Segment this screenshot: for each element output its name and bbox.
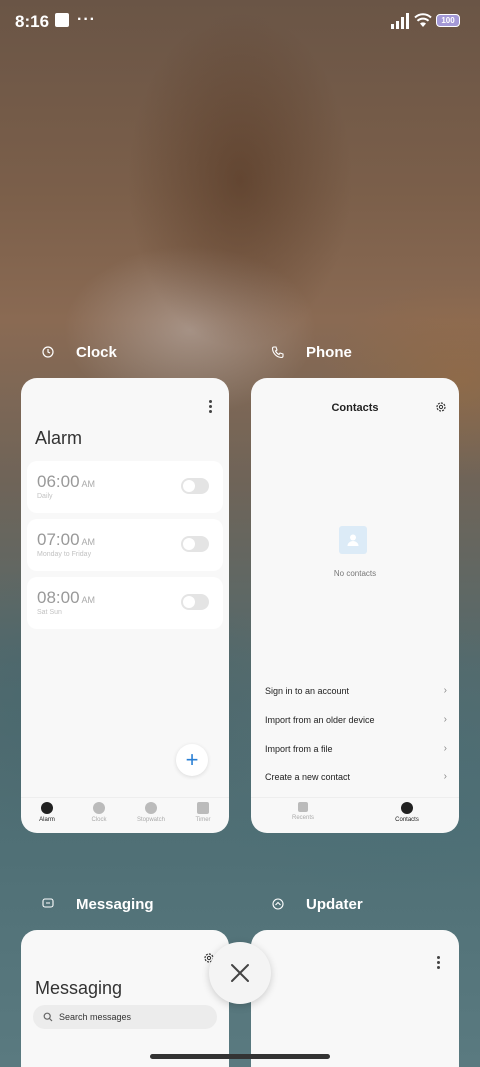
timer-icon (197, 802, 209, 814)
contact-placeholder-icon (339, 526, 367, 554)
messaging-card[interactable]: Messaging Search messages (21, 930, 229, 1067)
wifi-icon (414, 13, 432, 27)
chevron-right-icon: › (443, 685, 447, 696)
status-time: 8:16 (15, 12, 50, 31)
create-contact-item[interactable]: Create a new contact › (265, 771, 447, 782)
home-indicator[interactable] (150, 1054, 330, 1059)
updater-app-header[interactable]: Updater (270, 892, 363, 916)
updater-card[interactable] (251, 930, 459, 1067)
alarm-toggle[interactable] (181, 594, 209, 610)
alarm-toggle[interactable] (181, 536, 209, 552)
tab-contacts[interactable]: Contacts (355, 798, 459, 833)
alarm-item[interactable]: 06:00 AM Daily (27, 461, 223, 513)
phone-app-name: Phone (306, 343, 352, 361)
alarm-ampm: AM (81, 479, 96, 489)
tab-alarm[interactable]: Alarm (21, 798, 73, 833)
tab-clock[interactable]: Clock (73, 798, 125, 833)
notification-icon (55, 13, 69, 27)
alarm-repeat: Daily (37, 493, 53, 500)
tab-label: Clock (91, 817, 107, 823)
search-placeholder: Search messages (59, 1012, 132, 1022)
action-label: Create a new contact (265, 772, 351, 782)
action-label: Import from an older device (265, 715, 375, 725)
updater-app-name: Updater (306, 895, 363, 913)
sign-in-account-item[interactable]: Sign in to an account › (265, 685, 447, 696)
battery-icon: 100 (436, 14, 460, 27)
tab-label: Stopwatch (136, 817, 166, 823)
alarm-time: 07:00 (37, 530, 80, 549)
chevron-right-icon: › (443, 743, 447, 754)
phone-card[interactable]: Contacts No contacts Sign in to an accou… (251, 378, 459, 833)
alarm-ampm: AM (81, 537, 96, 547)
alarm-item[interactable]: 07:00 AM Monday to Friday (27, 519, 223, 571)
person-icon (401, 802, 413, 814)
import-file-item[interactable]: Import from a file › (265, 743, 447, 754)
alarm-repeat: Sat Sun (37, 609, 62, 616)
status-bar: 8:16 ··· 100 (0, 0, 480, 44)
alarm-toggle[interactable] (181, 478, 209, 494)
alarm-item[interactable]: 08:00 AM Sat Sun (27, 577, 223, 629)
clear-all-button[interactable] (209, 942, 271, 1004)
action-label: Import from a file (265, 744, 333, 754)
alarm-icon (41, 802, 53, 814)
clock-app-header[interactable]: Clock (40, 340, 117, 364)
messaging-app-name: Messaging (76, 895, 154, 913)
tab-timer[interactable]: Timer (177, 798, 229, 833)
empty-state-text: No contacts (333, 569, 377, 578)
phone-app-header[interactable]: Phone (270, 340, 352, 364)
more-notifications-icon: ··· (77, 11, 96, 28)
clock-app-name: Clock (76, 343, 117, 361)
tab-stopwatch[interactable]: Stopwatch (125, 798, 177, 833)
signal-icon (391, 13, 409, 29)
alarm-time: 06:00 (37, 472, 80, 491)
settings-icon[interactable] (435, 401, 447, 413)
phone-app-icon (271, 346, 284, 359)
updater-app-icon (272, 898, 284, 910)
add-alarm-button[interactable]: + (176, 744, 208, 776)
alarm-repeat: Monday to Friday (37, 551, 92, 558)
tab-label: Recents (291, 815, 314, 821)
tab-label: Timer (195, 817, 211, 823)
more-menu-icon[interactable] (209, 400, 213, 415)
clock-bottom-nav: Alarm Clock Stopwatch Timer (21, 797, 229, 833)
clock-icon (93, 802, 105, 814)
messaging-app-icon (42, 898, 54, 908)
phone-bottom-nav: Recents Contacts (251, 797, 459, 833)
more-menu-icon[interactable] (437, 956, 441, 971)
alarm-time: 08:00 (37, 588, 80, 607)
alarm-ampm: AM (81, 595, 96, 605)
action-label: Sign in to an account (265, 686, 350, 696)
phone-icon (298, 802, 308, 812)
alarm-title: Alarm (35, 428, 83, 448)
clock-card[interactable]: Alarm 06:00 AM Daily 07:00 AM Monday to Fr… (21, 378, 229, 833)
search-icon (43, 1012, 53, 1022)
search-messages-input[interactable]: Search messages (33, 1005, 217, 1029)
clock-app-icon (42, 346, 54, 358)
tab-recents[interactable]: Recents (251, 798, 355, 833)
chevron-right-icon: › (443, 771, 447, 782)
tab-label: Contacts (395, 817, 419, 823)
tab-label: Alarm (39, 817, 55, 823)
messaging-title: Messaging (35, 978, 123, 998)
close-icon (231, 964, 249, 982)
stopwatch-icon (145, 802, 157, 814)
contacts-title: Contacts (331, 402, 379, 414)
chevron-right-icon: › (443, 714, 447, 725)
battery-level: 100 (441, 16, 455, 25)
import-older-device-item[interactable]: Import from an older device › (265, 714, 447, 725)
messaging-app-header[interactable]: Messaging (40, 892, 154, 916)
